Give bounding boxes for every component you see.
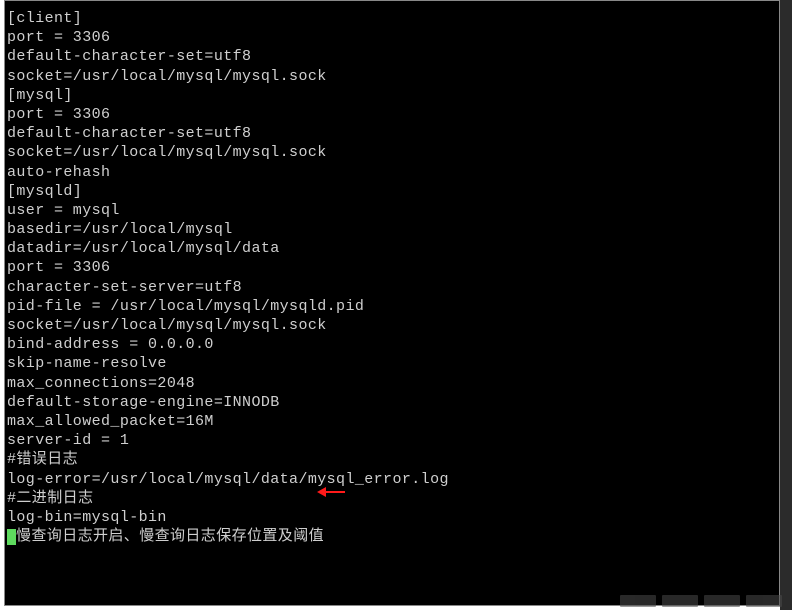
- config-line: socket=/usr/local/mysql/mysql.sock: [7, 143, 777, 162]
- config-line: max_allowed_packet=16M: [7, 412, 777, 431]
- config-line: log-bin=mysql-bin: [7, 508, 777, 527]
- watermark-block: [620, 595, 656, 607]
- config-content: [client] port = 3306 default-character-s…: [7, 9, 777, 546]
- config-line: default-character-set=utf8: [7, 47, 777, 66]
- config-line: pid-file = /usr/local/mysql/mysqld.pid: [7, 297, 777, 316]
- watermark-block: [746, 595, 782, 607]
- config-line: auto-rehash: [7, 163, 777, 182]
- config-line: default-storage-engine=INNODB: [7, 393, 777, 412]
- config-cursor-line: 慢查询日志开启、慢查询日志保存位置及阈值: [7, 527, 777, 546]
- config-line: bind-address = 0.0.0.0: [7, 335, 777, 354]
- config-line: character-set-server=utf8: [7, 278, 777, 297]
- config-line: server-id = 1: [7, 431, 777, 450]
- watermark-block: [704, 595, 740, 607]
- config-line: #二进制日志: [7, 489, 777, 508]
- scrollbar-track[interactable]: [780, 0, 792, 610]
- config-line: log-error=/usr/local/mysql/data/mysql_er…: [7, 470, 777, 489]
- config-line: socket=/usr/local/mysql/mysql.sock: [7, 67, 777, 86]
- config-line: basedir=/usr/local/mysql: [7, 220, 777, 239]
- watermark-overlay: [582, 592, 782, 610]
- config-line: [mysql]: [7, 86, 777, 105]
- config-line: port = 3306: [7, 28, 777, 47]
- text-cursor: [7, 529, 16, 545]
- config-line: datadir=/usr/local/mysql/data: [7, 239, 777, 258]
- terminal-editor-viewport[interactable]: [client] port = 3306 default-character-s…: [4, 0, 780, 606]
- config-line: user = mysql: [7, 201, 777, 220]
- config-line: skip-name-resolve: [7, 354, 777, 373]
- config-line: socket=/usr/local/mysql/mysql.sock: [7, 316, 777, 335]
- config-line: [client]: [7, 9, 777, 28]
- watermark-block: [662, 595, 698, 607]
- config-line: [mysqld]: [7, 182, 777, 201]
- config-line: max_connections=2048: [7, 374, 777, 393]
- config-line: port = 3306: [7, 258, 777, 277]
- config-line: port = 3306: [7, 105, 777, 124]
- config-line: #错误日志: [7, 450, 777, 469]
- config-line: 慢查询日志开启、慢查询日志保存位置及阈值: [16, 528, 324, 545]
- config-line: default-character-set=utf8: [7, 124, 777, 143]
